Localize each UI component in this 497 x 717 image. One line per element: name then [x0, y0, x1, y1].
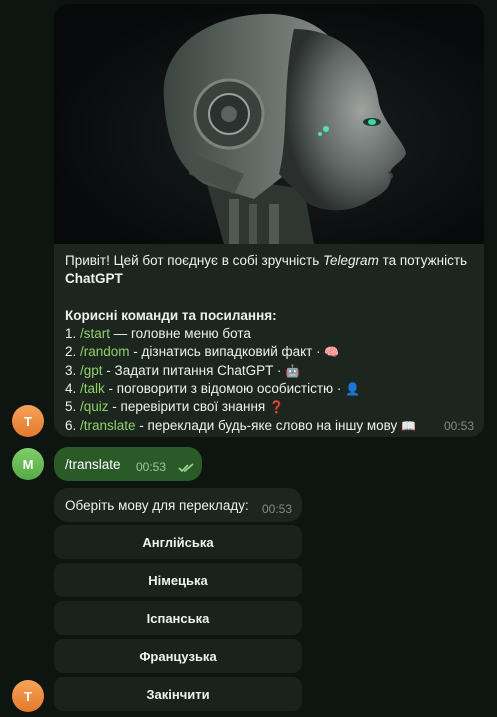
bot-message-welcome: Привіт! Цей бот поєднує в собі зручність…: [54, 4, 484, 437]
command-desc: - перевірити свої знання: [108, 399, 269, 415]
user-message-text: /translate: [65, 457, 121, 472]
command-item: 4. /talk - поговорити з відомою особисті…: [65, 380, 475, 398]
command-number: 2.: [65, 344, 81, 360]
command-desc: - поговорити з відомою особистістю ·: [104, 381, 346, 397]
command-desc: — головне меню бота: [110, 326, 251, 342]
bot-avatar[interactable]: T: [12, 405, 44, 437]
keyboard-button-spanish[interactable]: Іспанська: [54, 601, 302, 635]
command-item: 1. /start — головне меню бота: [65, 325, 475, 343]
robot-icon: 🤖: [285, 363, 301, 378]
question-icon: ❓: [268, 400, 284, 415]
book-icon: 📖: [401, 418, 416, 433]
command-desc: - переклади будь-яке слово на іншу мову: [135, 417, 401, 433]
welcome-text: Привіт! Цей бот поєднує в собі зручність…: [65, 252, 475, 435]
bot-message-prompt: Оберіть мову для перекладу: 00:53: [54, 488, 302, 522]
message-time: 00:53: [261, 502, 292, 516]
command-item: 3. /gpt - Задати питання ChatGPT · 🤖: [65, 362, 475, 380]
command-number: 6.: [65, 417, 81, 433]
keyboard-button-english[interactable]: Англійська: [54, 525, 302, 559]
command-number: 1.: [65, 326, 81, 342]
message-time: 00:53: [443, 419, 474, 433]
command-number: 4.: [65, 381, 81, 397]
command-item: 6. /translate - переклади будь-яке слово…: [65, 417, 475, 435]
command-link-talk[interactable]: /talk: [80, 381, 105, 396]
command-link-quiz[interactable]: /quiz: [80, 399, 109, 414]
brain-icon: 🧠: [324, 345, 340, 360]
robot-head-image: [54, 4, 484, 244]
bot-avatar[interactable]: T: [12, 680, 44, 712]
keyboard-button-german[interactable]: Німецька: [54, 563, 302, 597]
keyboard-button-french[interactable]: Французька: [54, 639, 302, 673]
commands-heading: Корисні команди та посилання:: [65, 307, 277, 323]
command-link-random[interactable]: /random: [80, 344, 130, 359]
command-item: 5. /quiz - перевірити свої знання ❓: [65, 398, 475, 416]
prompt-text: Оберіть мову для перекладу:: [65, 498, 249, 513]
message-time: 00:53: [136, 460, 167, 474]
intro-prefix: Привіт! Цей бот поєднує в собі зручність: [65, 253, 324, 268]
keyboard-button-finish[interactable]: Закінчити: [54, 677, 302, 711]
command-link-start[interactable]: /start: [80, 326, 110, 341]
user-message: /translate 00:53: [54, 447, 202, 481]
intro-chatgpt: ChatGPT: [65, 271, 123, 287]
command-number: 5.: [65, 399, 81, 415]
command-desc: - Задати питання ChatGPT ·: [102, 362, 286, 378]
command-number: 3.: [65, 362, 81, 378]
command-desc: - дізнатись випадковий факт ·: [129, 344, 325, 360]
double-check-icon: [178, 460, 196, 478]
command-item: 2. /random - дізнатись випадковий факт ·…: [65, 343, 475, 361]
person-icon: 👤: [345, 382, 361, 397]
command-link-gpt[interactable]: /gpt: [80, 363, 103, 378]
intro-suffix: та потужність: [378, 253, 468, 268]
intro-telegram: Telegram: [323, 253, 379, 268]
command-link-translate[interactable]: /translate: [80, 418, 136, 433]
user-avatar[interactable]: M: [12, 448, 44, 480]
